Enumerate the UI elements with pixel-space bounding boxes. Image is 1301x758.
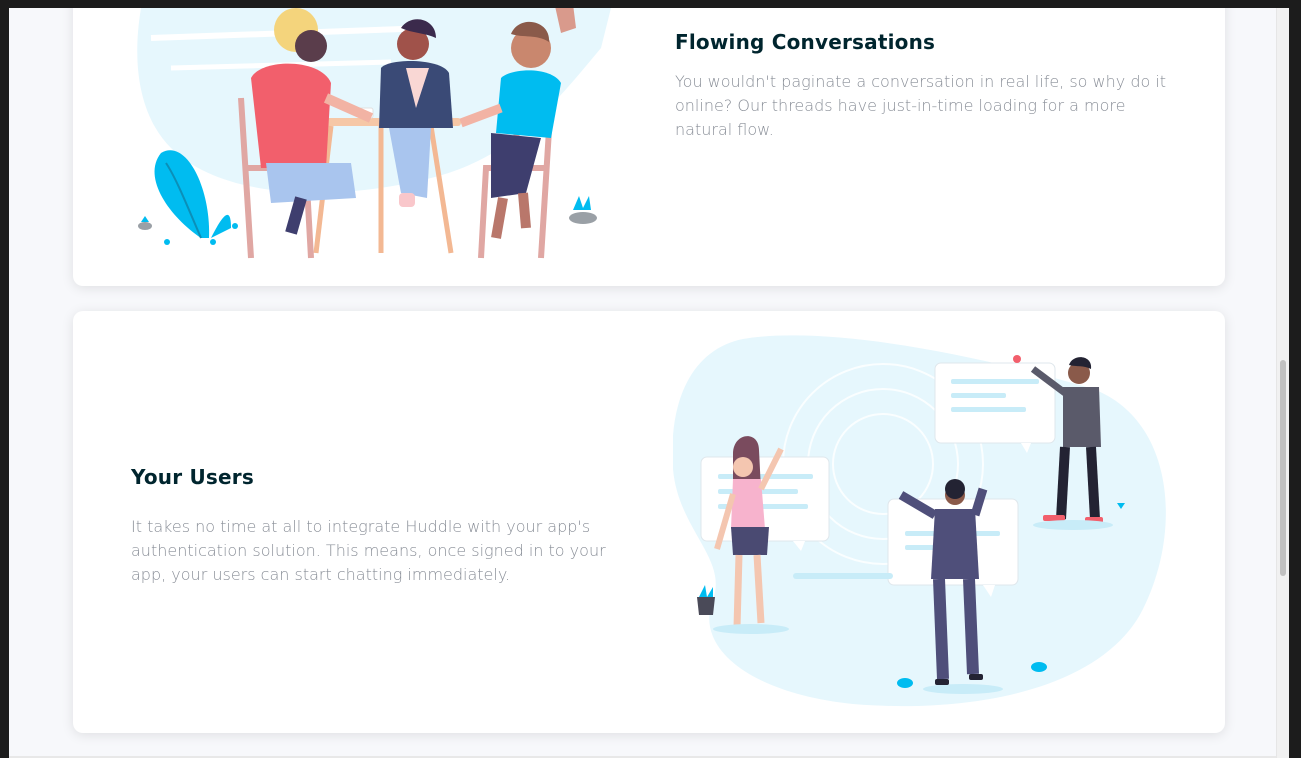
- feature-card-flowing-conversations: Flowing Conversations You wouldn't pagin…: [73, 8, 1225, 286]
- feature-card-your-users: Your Users It takes no time at all to in…: [73, 311, 1225, 733]
- feature-text-flowing-conversations: You wouldn't paginate a conversation in …: [675, 72, 1167, 139]
- feature-title-your-users: Your Users: [131, 465, 254, 489]
- people-at-table-illustration: [137, 8, 611, 259]
- feature-text-your-users: It takes no time at all to integrate Hud…: [131, 517, 606, 584]
- feature-title-flowing-conversations: Flowing Conversations: [675, 30, 936, 54]
- page-viewport: Flowing Conversations You wouldn't pagin…: [9, 8, 1289, 758]
- scrollbar-thumb[interactable]: [1280, 360, 1286, 576]
- vertical-scrollbar[interactable]: [1276, 8, 1289, 758]
- people-with-chat-bubbles-illustration: [673, 335, 1166, 707]
